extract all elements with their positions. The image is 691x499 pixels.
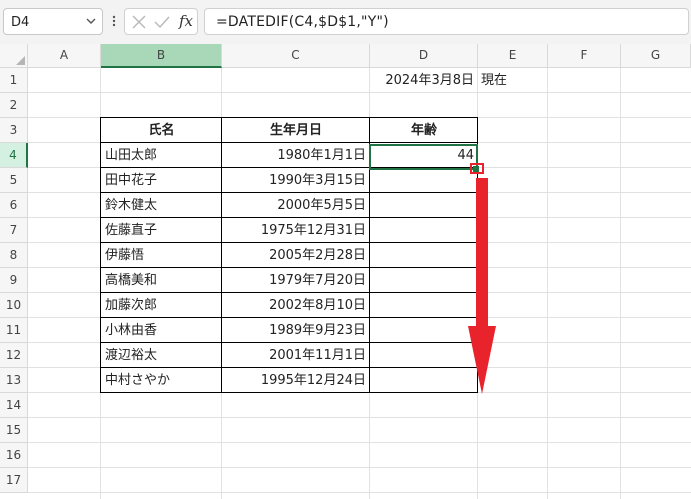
gridline-horizontal (28, 492, 691, 493)
column-header-b[interactable]: B (101, 44, 222, 68)
table-border-horizontal (100, 392, 478, 393)
row-header-17[interactable]: 17 (0, 468, 28, 493)
record-age-cell[interactable] (370, 243, 478, 268)
formula-bar: D4 fx =DATEDIF(C4,$D$1,"Y") (0, 0, 691, 44)
header-cell-age[interactable]: 年齢 (370, 118, 478, 143)
spreadsheet-grid: A B C D E F G 1 2 3 4 5 6 7 8 9 10 11 12 13 14 15 16 17 … (0, 44, 691, 499)
formula-input[interactable]: =DATEDIF(C4,$D$1,"Y") (204, 8, 689, 35)
header-cell-birthdate[interactable]: 生年月日 (222, 118, 370, 143)
column-header-f[interactable]: F (548, 44, 621, 68)
row-header-8[interactable]: 8 (0, 243, 28, 268)
record-age-cell[interactable] (370, 293, 478, 318)
column-header-g[interactable]: G (621, 44, 691, 68)
record-name-cell[interactable]: 山田太郎 (101, 143, 222, 168)
table-border-horizontal (100, 117, 478, 118)
table-border-vertical (221, 118, 222, 393)
record-name-cell[interactable]: 高橋美和 (101, 268, 222, 293)
row-header-3[interactable]: 3 (0, 118, 28, 143)
record-name-cell[interactable]: 田中花子 (101, 168, 222, 193)
record-birthdate-cell[interactable]: 1989年9月23日 (222, 318, 370, 343)
record-name-cell[interactable]: 渡辺裕太 (101, 343, 222, 368)
row-header-11[interactable]: 11 (0, 318, 28, 343)
record-name-cell[interactable]: 中村さやか (101, 368, 222, 393)
record-age-cell[interactable] (370, 168, 478, 193)
record-birthdate-cell[interactable]: 2000年5月5日 (222, 193, 370, 218)
select-all-button[interactable] (0, 44, 28, 68)
record-age-cell[interactable] (370, 193, 478, 218)
gridline-horizontal (28, 92, 691, 93)
table-border-horizontal (100, 242, 478, 243)
check-icon[interactable] (154, 15, 170, 29)
column-header-d[interactable]: D (370, 44, 478, 68)
cell-e1-label[interactable]: 現在 (478, 68, 548, 93)
name-box[interactable]: D4 (3, 8, 103, 35)
table-border-horizontal (100, 367, 478, 368)
gridline-vertical (547, 68, 548, 499)
row-header-10[interactable]: 10 (0, 293, 28, 318)
record-age-cell[interactable] (370, 268, 478, 293)
record-birthdate-cell[interactable]: 1975年12月31日 (222, 218, 370, 243)
record-name-cell[interactable]: 鈴木健太 (101, 193, 222, 218)
table-border-vertical (100, 118, 101, 393)
formula-text: =DATEDIF(C4,$D$1,"Y") (216, 14, 389, 30)
record-age-cell[interactable] (370, 318, 478, 343)
record-name-cell[interactable]: 加藤次郎 (101, 293, 222, 318)
table-border-horizontal (100, 142, 478, 143)
record-age-cell[interactable] (370, 368, 478, 393)
record-age-cell[interactable] (370, 343, 478, 368)
cell-d1-current-date[interactable]: 2024年3月8日 (370, 68, 478, 93)
column-header-c[interactable]: C (222, 44, 370, 68)
record-birthdate-cell[interactable]: 2001年11月1日 (222, 343, 370, 368)
row-header-15[interactable]: 15 (0, 418, 28, 443)
table-border-horizontal (100, 317, 478, 318)
record-birthdate-cell[interactable]: 2002年8月10日 (222, 293, 370, 318)
record-birthdate-cell[interactable]: 2005年2月28日 (222, 243, 370, 268)
row-header-6[interactable]: 6 (0, 193, 28, 218)
table-border-horizontal (100, 292, 478, 293)
cancel-icon[interactable] (131, 15, 147, 29)
gridline-horizontal (28, 417, 691, 418)
record-birthdate-cell[interactable]: 1995年12月24日 (222, 368, 370, 393)
row-header-2[interactable]: 2 (0, 93, 28, 118)
header-cell-name[interactable]: 氏名 (101, 118, 222, 143)
row-header-14[interactable]: 14 (0, 393, 28, 418)
record-birthdate-cell[interactable]: 1980年1月1日 (222, 143, 370, 168)
drag-down-arrow-icon (468, 178, 496, 394)
row-header-16[interactable]: 16 (0, 443, 28, 468)
formula-buttons: fx (124, 8, 198, 35)
record-name-cell[interactable]: 小林由香 (101, 318, 222, 343)
table-border-horizontal (100, 217, 478, 218)
row-header-4[interactable]: 4 (0, 143, 28, 168)
record-age-cell[interactable] (370, 218, 478, 243)
record-name-cell[interactable]: 伊藤悟 (101, 243, 222, 268)
row-header-13[interactable]: 13 (0, 368, 28, 393)
row-header-7[interactable]: 7 (0, 218, 28, 243)
more-options-icon[interactable] (111, 11, 117, 31)
insert-function-button[interactable]: fx (179, 12, 193, 30)
column-header-e[interactable]: E (478, 44, 548, 68)
record-birthdate-cell[interactable]: 1979年7月20日 (222, 268, 370, 293)
table-border-horizontal (100, 342, 478, 343)
row-header-12[interactable]: 12 (0, 343, 28, 368)
active-cell-outline (369, 144, 478, 170)
name-box-value: D4 (11, 15, 30, 30)
gridline-vertical (620, 68, 621, 499)
row-header-9[interactable]: 9 (0, 268, 28, 293)
gridline-horizontal (28, 467, 691, 468)
record-birthdate-cell[interactable]: 1990年3月15日 (222, 168, 370, 193)
fill-handle-highlight (470, 163, 484, 174)
table-border-horizontal (100, 267, 478, 268)
column-header-a[interactable]: A (28, 44, 101, 68)
chevron-down-icon[interactable] (84, 14, 98, 28)
record-name-cell[interactable]: 佐藤直子 (101, 218, 222, 243)
table-border-horizontal (100, 192, 478, 193)
row-header-1[interactable]: 1 (0, 68, 28, 93)
row-header-5[interactable]: 5 (0, 168, 28, 193)
gridline-horizontal (28, 442, 691, 443)
